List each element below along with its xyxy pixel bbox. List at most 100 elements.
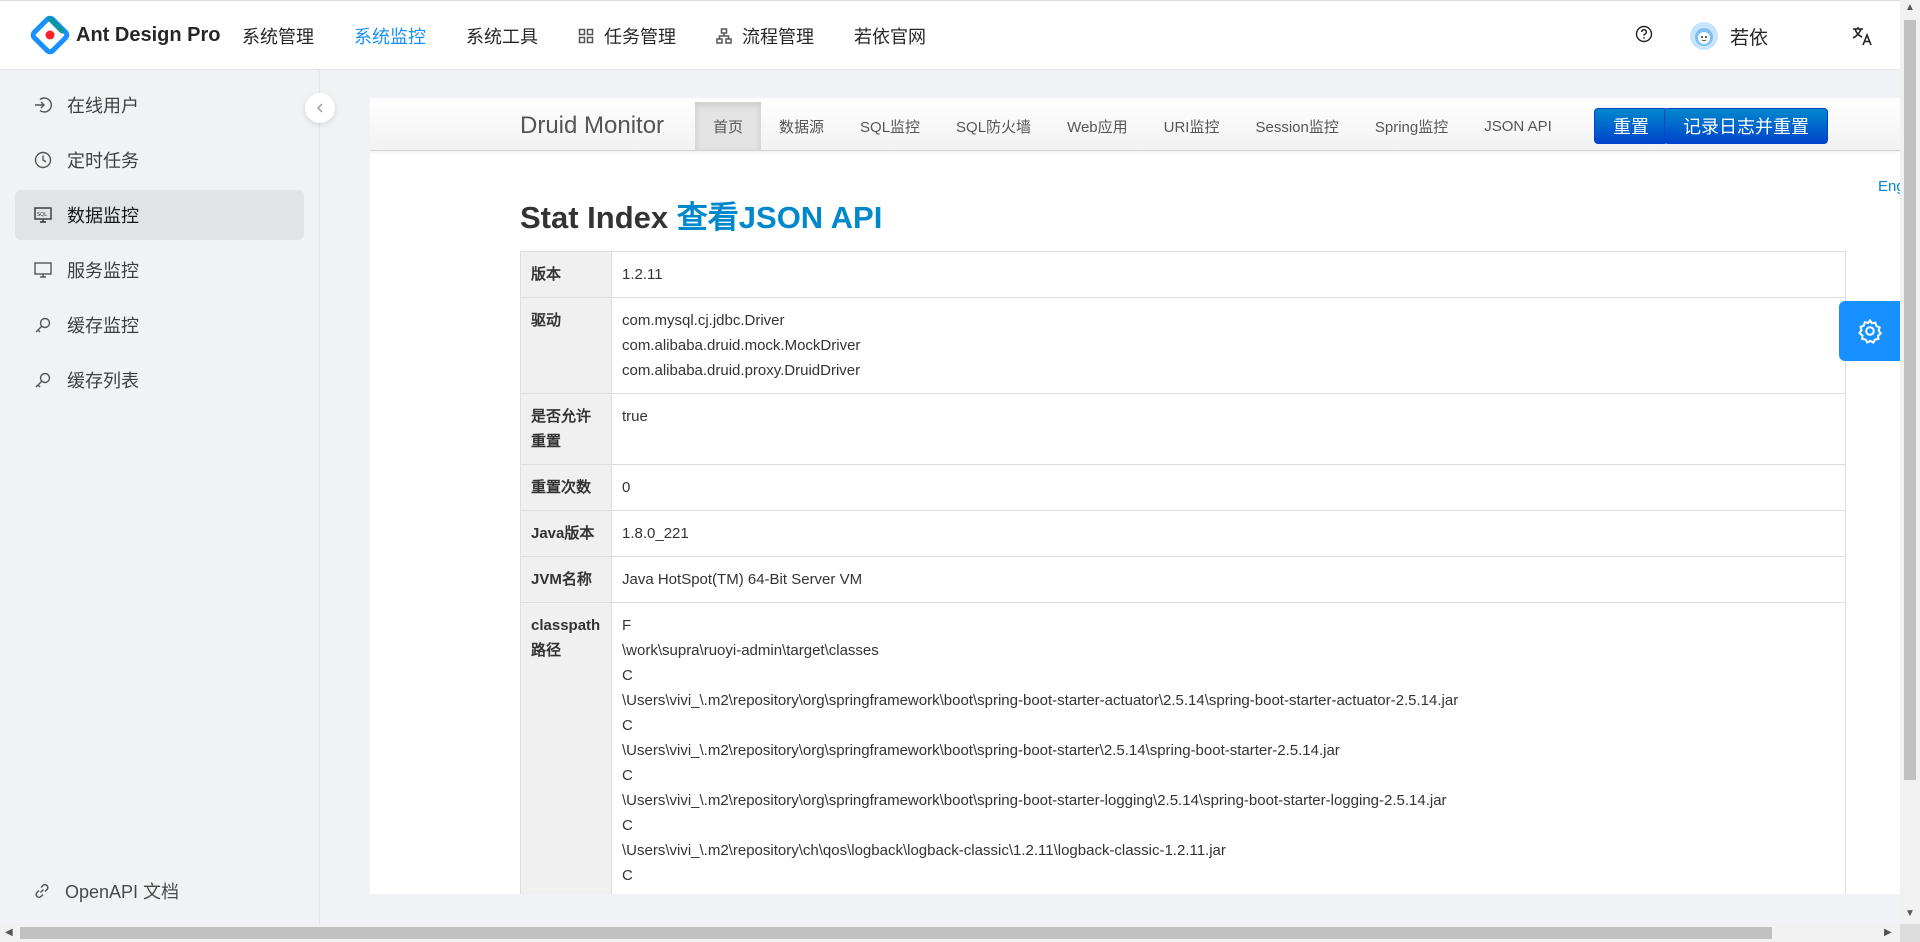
- row-value-line: F: [622, 617, 632, 634]
- row-value-line: \Users\vivi_\.m2\repository\org\springfr…: [622, 692, 1459, 709]
- view-json-api-link[interactable]: 查看JSON API: [677, 200, 883, 235]
- table-row: 版本 1.2.11: [520, 251, 1846, 298]
- login-icon: [33, 95, 53, 115]
- sidebar-item-label: 缓存列表: [67, 371, 139, 391]
- row-value-line: \work\supra\ruoyi-admin\target\classes: [622, 642, 879, 659]
- settings-drawer-button[interactable]: [1839, 301, 1900, 361]
- scrollbar-corner: [1900, 924, 1920, 942]
- tab-web-app[interactable]: Web应用: [1049, 102, 1146, 150]
- druid-brand[interactable]: Druid Monitor: [520, 112, 664, 140]
- sidebar-item-scheduled-tasks[interactable]: 定时任务: [15, 135, 304, 185]
- table-row: 是否允许重置 true: [520, 393, 1846, 465]
- link-icon: [33, 882, 51, 900]
- sidebar-item-server-monitor[interactable]: 服务监控: [15, 245, 304, 295]
- table-row: 重置次数 0: [520, 464, 1846, 511]
- row-value: F \work\supra\ruoyi-admin\target\classes C…: [611, 602, 1846, 894]
- row-key: Java版本: [520, 510, 612, 557]
- row-value-line: Java HotSpot(TM) 64-Bit Server VM: [622, 571, 863, 588]
- row-value: true: [611, 393, 1846, 465]
- nav-item-system-tools[interactable]: 系统工具: [466, 23, 538, 49]
- stat-index-title: Stat Index: [520, 200, 669, 235]
- nav-label: 流程管理: [742, 27, 814, 47]
- row-key: 是否允许重置: [520, 393, 612, 465]
- row-key: 重置次数: [520, 464, 612, 511]
- sidebar-menu: 在线用户 定时任务 SQL 数据监控 服务监控 缓存监控 缓存列表: [0, 80, 319, 405]
- log-and-reset-button[interactable]: 记录日志并重置: [1664, 108, 1828, 144]
- row-key: classpath路径: [520, 602, 612, 894]
- openapi-label: OpenAPI 文档: [65, 882, 180, 902]
- key-icon: [33, 370, 53, 390]
- scroll-up-arrow-icon[interactable]: ▲: [1905, 2, 1915, 13]
- druid-tabs: 首页 数据源 SQL监控 SQL防火墙 Web应用 URI监控 Session监…: [695, 102, 1570, 150]
- reset-button[interactable]: 重置: [1594, 108, 1668, 144]
- top-nav: 系统管理 系统监控 系统工具 任务管理 流程管理 若依官网: [242, 1, 966, 71]
- table-row: JVM名称 Java HotSpot(TM) 64-Bit Server VM: [520, 556, 1846, 603]
- sidebar-item-cache-monitor[interactable]: 缓存监控: [15, 300, 304, 350]
- row-key: 版本: [520, 251, 612, 298]
- scroll-left-arrow-icon[interactable]: ◀: [5, 927, 13, 938]
- nav-label: 系统监控: [354, 27, 426, 47]
- nav-item-process-management[interactable]: 流程管理: [716, 23, 814, 49]
- brand[interactable]: Ant Design Pro: [28, 15, 220, 55]
- nav-item-system-monitor[interactable]: 系统监控: [354, 23, 426, 49]
- nav-item-task-management[interactable]: 任务管理: [578, 23, 676, 49]
- tab-session-monitor[interactable]: Session监控: [1237, 102, 1356, 150]
- sidebar-item-label: 定时任务: [67, 151, 139, 171]
- language-english-link[interactable]: Eng: [1878, 178, 1900, 195]
- tab-sql-firewall[interactable]: SQL防火墙: [938, 102, 1049, 150]
- appstore-icon: [578, 28, 594, 44]
- row-value-line: com.mysql.cj.jdbc.Driver: [622, 312, 785, 329]
- row-value-line: \Users\vivi_\.m2\repository\org\springfr…: [622, 792, 1447, 809]
- scroll-down-arrow-icon[interactable]: ▼: [1905, 908, 1915, 919]
- sidebar-item-label: 数据监控: [67, 206, 139, 226]
- row-value: com.mysql.cj.jdbc.Driver com.alibaba.drui…: [611, 297, 1846, 394]
- tab-home[interactable]: 首页: [695, 102, 762, 150]
- avatar: [1690, 22, 1718, 50]
- stat-index-table: 版本 1.2.11 驱动 com.mysql.cj.jdbc.Driver com.al…: [520, 251, 1846, 894]
- row-key: JVM名称: [520, 556, 612, 603]
- chevron-left-icon: [317, 103, 323, 113]
- svg-text:SQL: SQL: [37, 212, 47, 218]
- tab-json-api[interactable]: JSON API: [1466, 102, 1570, 150]
- tab-sql-monitor[interactable]: SQL监控: [842, 102, 938, 150]
- horizontal-scroll-thumb[interactable]: [20, 927, 1772, 939]
- vertical-scrollbar[interactable]: ▲ ▼: [1900, 0, 1920, 924]
- row-value-line: 1.8.0_221: [622, 525, 689, 542]
- row-value-line: C: [622, 717, 633, 734]
- sidebar-collapse-button[interactable]: [305, 93, 335, 123]
- tab-spring-monitor[interactable]: Spring监控: [1357, 102, 1466, 150]
- row-value-line: 0: [622, 479, 631, 496]
- row-value-line: [622, 429, 1835, 454]
- sidebar-item-online-users[interactable]: 在线用户: [15, 80, 304, 130]
- tab-uri-monitor[interactable]: URI监控: [1146, 102, 1238, 150]
- row-value-line: \Users\vivi_\.m2\repository\ch\qos\logba…: [622, 842, 1226, 859]
- druid-navbar: Druid Monitor 首页 数据源 SQL监控 SQL防火墙 Web应用 …: [370, 98, 1900, 151]
- row-value: 1.2.11: [611, 251, 1846, 298]
- key-icon: [33, 315, 53, 335]
- nav-label: 系统工具: [466, 27, 538, 47]
- openapi-docs-link[interactable]: OpenAPI 文档: [33, 878, 179, 904]
- row-value-line: com.alibaba.druid.proxy.DruidDriver: [622, 362, 861, 379]
- row-value-line: C: [622, 817, 633, 834]
- scroll-right-arrow-icon[interactable]: ▶: [1884, 927, 1892, 938]
- user-menu[interactable]: 若依: [1690, 22, 1768, 50]
- row-value-line: 1.2.11: [622, 266, 663, 283]
- nav-label: 若依官网: [854, 27, 926, 47]
- row-value-line: \Users\vivi_\.m2\repository\org\springfr…: [622, 742, 1340, 759]
- sidebar-item-data-monitor[interactable]: SQL 数据监控: [15, 190, 304, 240]
- sidebar-item-cache-list[interactable]: 缓存列表: [15, 355, 304, 405]
- row-value-line: C: [622, 667, 633, 684]
- table-row: Java版本 1.8.0_221: [520, 510, 1846, 557]
- row-value: Java HotSpot(TM) 64-Bit Server VM: [611, 556, 1846, 603]
- tab-datasource[interactable]: 数据源: [761, 102, 842, 150]
- question-circle-icon[interactable]: [1635, 25, 1653, 43]
- row-value-line: C: [622, 867, 633, 884]
- translate-icon[interactable]: [1851, 25, 1873, 52]
- brand-title: Ant Design Pro: [76, 23, 221, 46]
- cluster-icon: [716, 28, 732, 44]
- sidebar-item-label: 服务监控: [67, 261, 139, 281]
- horizontal-scrollbar[interactable]: ◀ ▶: [0, 924, 1900, 942]
- nav-item-ruoyi-website[interactable]: 若依官网: [854, 23, 926, 49]
- vertical-scroll-thumb[interactable]: [1904, 20, 1916, 780]
- nav-item-system-management[interactable]: 系统管理: [242, 23, 314, 49]
